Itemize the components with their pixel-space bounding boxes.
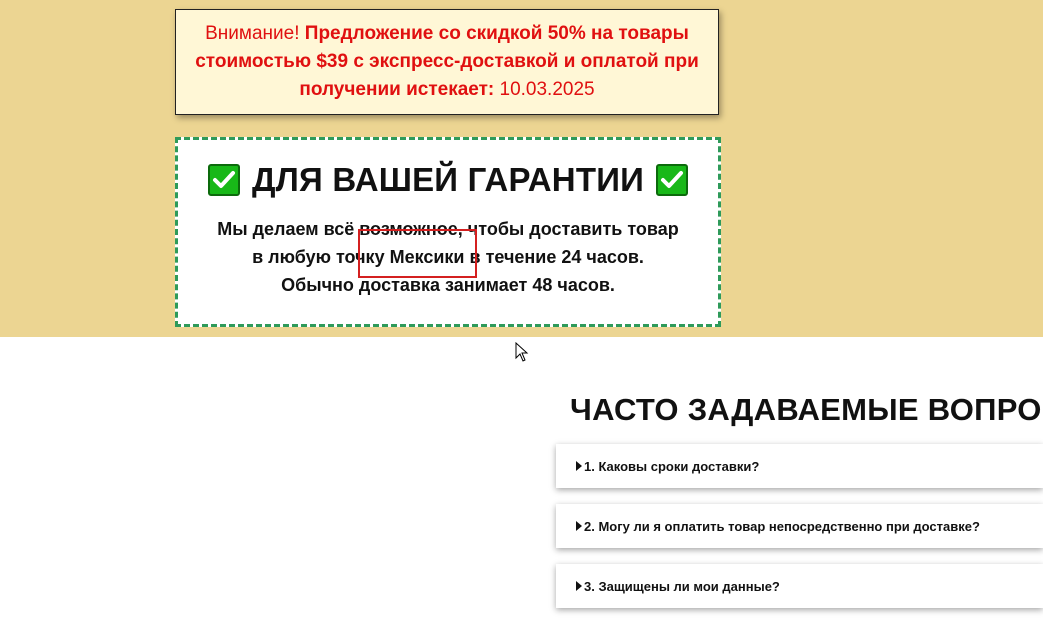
faq-item[interactable]: 1. Каковы сроки доставки?	[556, 444, 1043, 488]
guarantee-text: Мы делаем всё возможное, чтобы доставить…	[178, 215, 718, 299]
caret-right-icon	[576, 581, 582, 591]
faq-question: 2. Могу ли я оплатить товар непосредстве…	[584, 518, 980, 534]
discount-notice: Внимание! Предложение со скидкой 50% на …	[175, 9, 719, 115]
guarantee-line: Обычно доставка занимает 48 часов.	[281, 275, 615, 295]
guarantee-title: ДЛЯ ВАШЕЙ ГАРАНТИИ	[251, 161, 645, 198]
check-mark-icon	[656, 164, 689, 196]
faq-item[interactable]: 2. Могу ли я оплатить товар непосредстве…	[556, 504, 1043, 548]
guarantee-box: ДЛЯ ВАШЕЙ ГАРАНТИИ Мы делаем всё возможн…	[175, 137, 721, 327]
faq-heading: ЧАСТО ЗАДАВАЕМЫЕ ВОПРОСЫ	[570, 392, 1043, 427]
faq-question: 1. Каковы сроки доставки?	[584, 458, 760, 474]
mouse-cursor-icon	[515, 341, 529, 367]
caret-right-icon	[576, 461, 582, 471]
caret-right-icon	[576, 521, 582, 531]
notice-prefix: Внимание!	[205, 23, 300, 44]
guarantee-line: в любую точку Мексики в течение 24 часов…	[252, 247, 644, 267]
faq-list: 1. Каковы сроки доставки? 2. Могу ли я о…	[556, 444, 1043, 624]
guarantee-heading: ДЛЯ ВАШЕЙ ГАРАНТИИ	[178, 160, 718, 200]
faq-item[interactable]: 3. Защищены ли мои данные?	[556, 564, 1043, 608]
check-mark-icon	[207, 164, 240, 196]
guarantee-line: Мы делаем всё возможное, чтобы доставить…	[217, 219, 679, 239]
faq-question: 3. Защищены ли мои данные?	[584, 578, 780, 594]
notice-expiry-date: 10.03.2025	[499, 79, 595, 100]
